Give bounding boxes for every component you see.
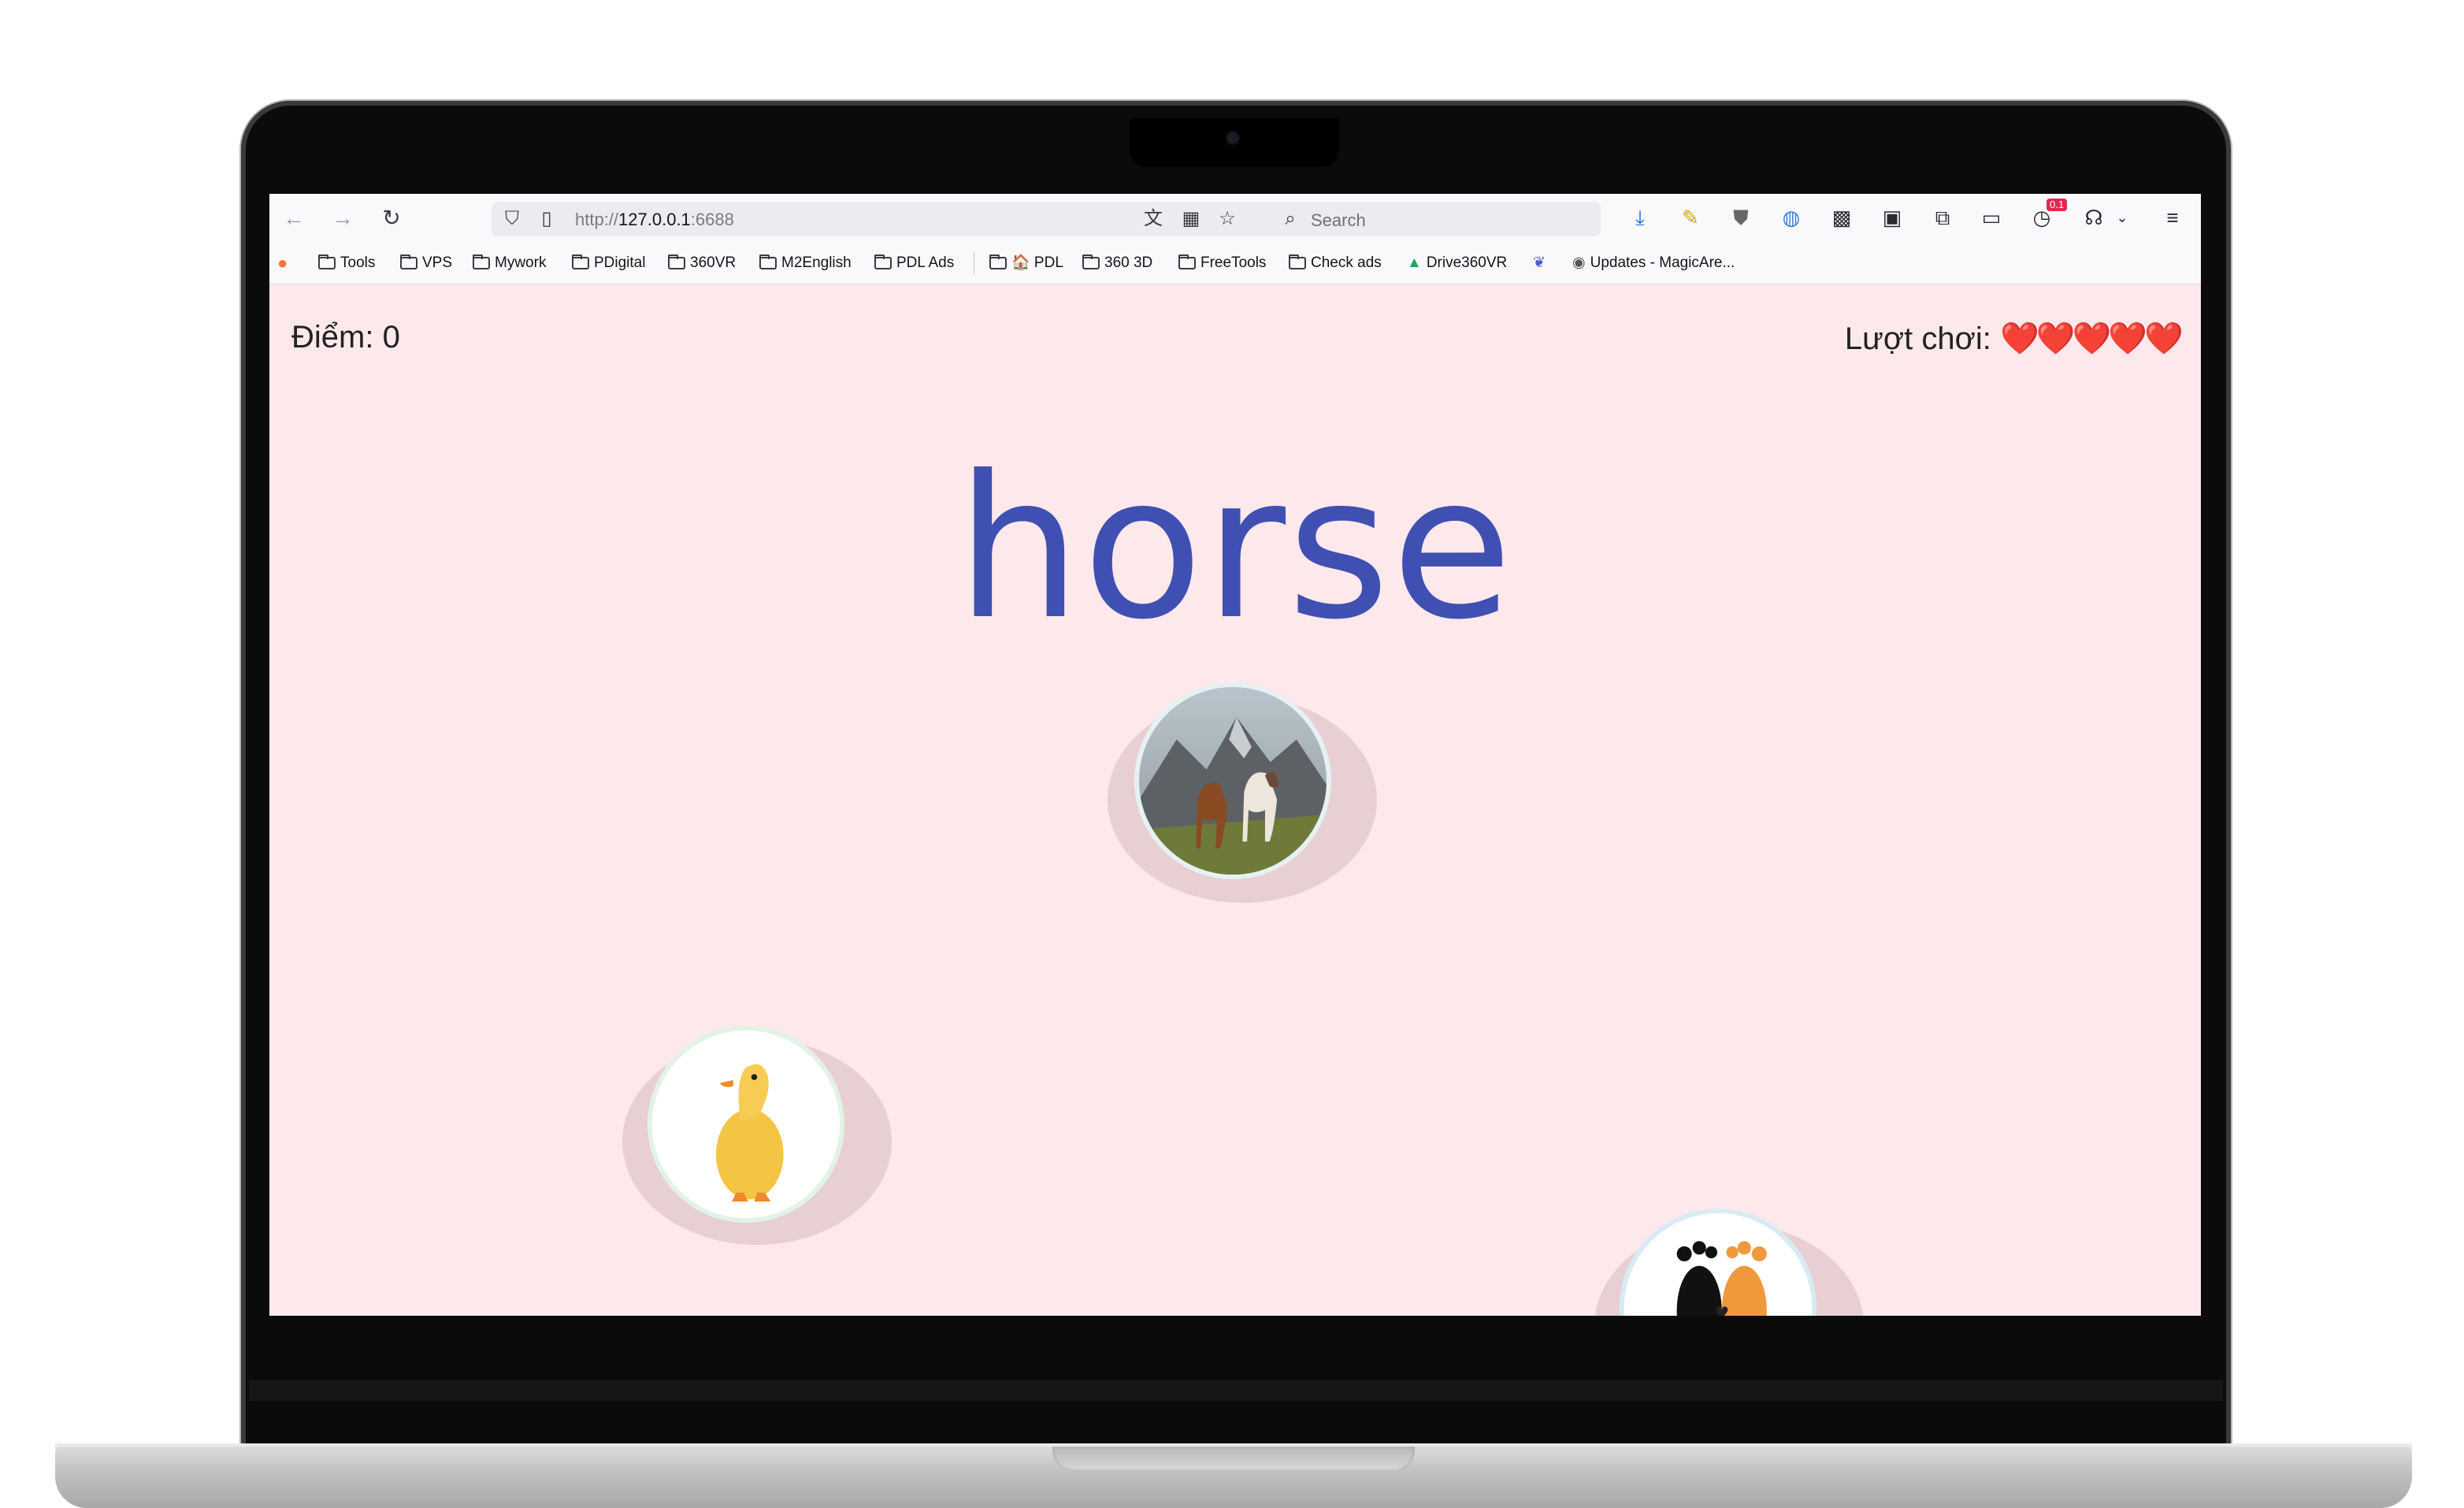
bookmark-folder-tools[interactable]: Tools [318, 254, 375, 273]
back-arrow-icon[interactable]: ← [280, 205, 307, 232]
browser-toolbar: ← → ↻ ⛉ ▯ http://127.0.0.1:6688 文 ▦ ☆ ⌕ … [269, 194, 2201, 243]
lives-label: Lượt chơi: [1844, 321, 1991, 356]
url-text[interactable]: http://127.0.0.1:6688 [575, 210, 734, 230]
folder-icon [473, 254, 490, 269]
folder-icon [989, 254, 1007, 269]
qr-scan-icon[interactable]: ▩ [1829, 205, 1854, 230]
horses-image [1139, 687, 1327, 875]
bookmark-folder-pdl[interactable]: 🏠 PDL [989, 254, 1063, 273]
bookmark-folder-m2english[interactable]: M2English [759, 254, 852, 273]
laptop-opening-groove [1052, 1447, 1415, 1472]
shield-icon[interactable]: ⛉ [501, 208, 523, 230]
bookmark-folder-mywork[interactable]: Mywork [473, 254, 546, 273]
target-word: horse [956, 433, 1515, 663]
option-feet[interactable]: ♥ [1620, 1209, 1816, 1316]
firefox-icon[interactable]: ● [277, 254, 288, 273]
option-horses[interactable] [1134, 682, 1331, 879]
ublock-shield-icon[interactable]: ⛊ [1728, 205, 1753, 230]
search-placeholder: Search [1311, 210, 1366, 230]
folder-icon [318, 254, 336, 269]
download-icon[interactable]: ⤓ [1627, 205, 1653, 230]
hamburger-menu-icon[interactable]: ≡ [2160, 205, 2185, 230]
bookmark-folder-pdigital[interactable]: PDigital [572, 254, 645, 273]
bookmark-folder-vps[interactable]: VPS [400, 254, 452, 273]
folder-icon [874, 254, 892, 269]
reload-icon[interactable]: ↻ [378, 205, 405, 232]
bookmark-folder-pdl-ads[interactable]: PDL Ads [874, 254, 954, 273]
folder-icon [668, 254, 685, 269]
folder-icon [572, 254, 589, 269]
chevron-down-icon[interactable]: ⌄ [2110, 205, 2135, 230]
lives-display: Lượt chơi: ❤️❤️❤️❤️❤️ [1844, 320, 2184, 357]
search-bar[interactable]: ⌕ Search [1270, 202, 1601, 236]
extensions-puzzle-icon[interactable]: ⧉ [1930, 205, 1955, 230]
score-label: Điểm: 0 [291, 320, 400, 355]
folder-icon [400, 254, 417, 269]
folder-icon [759, 254, 777, 269]
bookmark-folder-360vr[interactable]: 360VR [668, 254, 736, 273]
bookmark-folder-check-ads[interactable]: Check ads [1289, 254, 1382, 273]
headset-icon[interactable]: ☊ [2081, 205, 2106, 230]
bookmarks-bar: ● Tools VPS Mywork PDigital 360VR M2Engl… [269, 243, 2201, 284]
bookmark-drive360vr[interactable]: ▲ Drive360VR [1407, 254, 1507, 273]
paint-brush-icon[interactable]: ✎ [1678, 205, 1703, 230]
translate-icon[interactable]: 文 [1142, 208, 1164, 230]
page-icon[interactable]: ▯ [536, 208, 558, 230]
apps-grid-icon[interactable]: ▣ [1880, 205, 1905, 230]
webcam [1227, 132, 1238, 143]
bookmark-folder-freetools[interactable]: FreeTools [1178, 254, 1266, 273]
bookmark-bird-icon[interactable]: ❦ [1533, 254, 1546, 273]
hearts-icon: ❤️❤️❤️❤️❤️ [1999, 321, 2184, 356]
bookmark-star-icon[interactable]: ☆ [1216, 208, 1238, 230]
feet-image: ♥ [1624, 1213, 1812, 1316]
svg-text:♥: ♥ [1714, 1303, 1729, 1316]
folder-icon [1082, 254, 1100, 269]
screen-bezel-bottom [249, 1380, 2223, 1401]
magicare-icon: ◉ [1572, 254, 1586, 271]
folder-icon [1289, 254, 1306, 269]
google-drive-icon: ▲ [1407, 254, 1422, 271]
extension-badge: 0.1 [2047, 199, 2068, 211]
bookmark-updates-magicare[interactable]: ◉ Updates - MagicAre... [1572, 254, 1735, 273]
globe-icon[interactable]: ◍ [1779, 205, 1804, 230]
duckling-image [652, 1031, 840, 1218]
search-icon: ⌕ [1285, 208, 1296, 229]
sidebar-icon[interactable]: ▭ [1979, 205, 2004, 230]
forward-arrow-icon[interactable]: → [329, 205, 356, 232]
folder-icon [1178, 254, 1196, 269]
bookmark-folder-360-3d[interactable]: 360 3D [1082, 254, 1152, 273]
screen: ← → ↻ ⛉ ▯ http://127.0.0.1:6688 文 ▦ ☆ ⌕ … [269, 194, 2201, 1316]
qr-code-icon[interactable]: ▦ [1180, 208, 1202, 230]
option-duckling[interactable] [648, 1026, 844, 1223]
